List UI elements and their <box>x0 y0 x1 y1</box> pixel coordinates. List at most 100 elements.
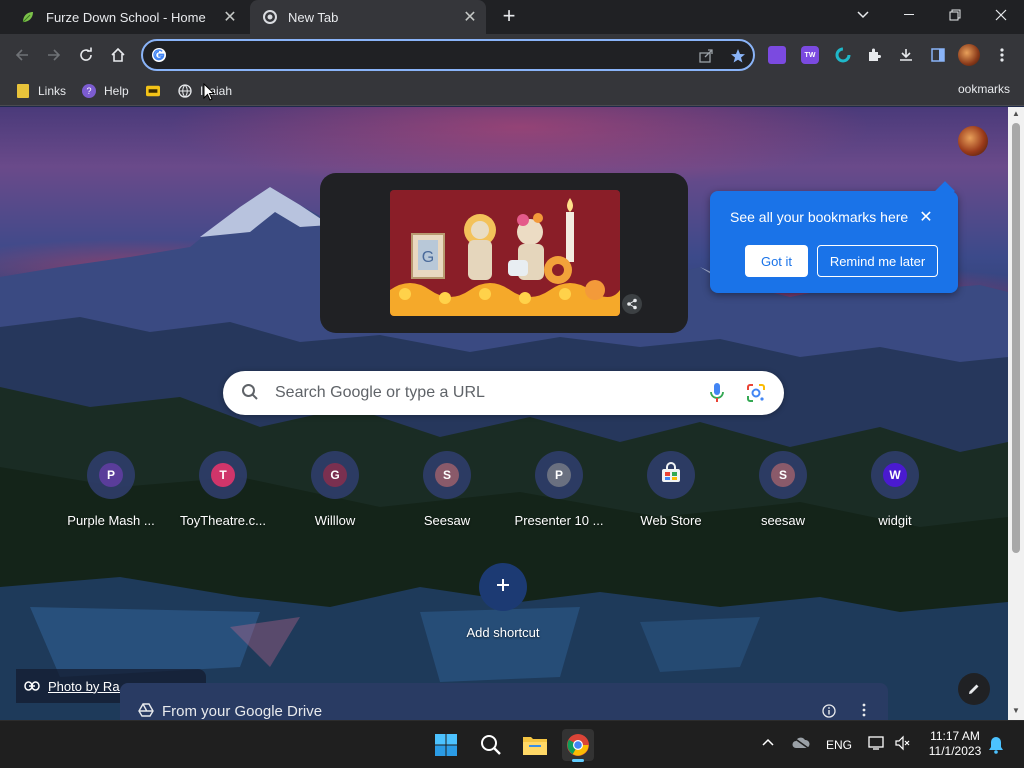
extensions-puzzle-icon[interactable] <box>862 43 886 67</box>
address-input[interactable] <box>173 45 673 65</box>
google-drive-icon <box>138 703 154 720</box>
svg-text:?: ? <box>86 86 91 96</box>
tab-new-tab[interactable]: New Tab ✕ <box>250 0 486 34</box>
shortcut-tile[interactable]: Web Store <box>615 447 727 537</box>
search-placeholder: Search Google or type a URL <box>275 384 485 401</box>
shortcut-tile[interactable]: S seesaw <box>727 447 839 537</box>
bookmarks-promo-bubble: See all your bookmarks here ✕ Got it Rem… <box>710 191 958 293</box>
close-window-button[interactable] <box>978 0 1024 30</box>
back-arrow-icon[interactable] <box>10 43 34 67</box>
drive-more-icon[interactable] <box>856 703 872 719</box>
customize-pencil-icon[interactable] <box>958 673 990 705</box>
help-favicon-icon: ? <box>82 84 96 98</box>
plus-icon <box>495 577 511 598</box>
forward-arrow-icon[interactable] <box>42 43 66 67</box>
close-tab-icon[interactable]: ✕ <box>220 7 240 27</box>
tab-title: New Tab <box>288 9 339 25</box>
account-avatar[interactable] <box>958 126 988 156</box>
extension-purple-icon[interactable] <box>768 46 786 64</box>
remind-later-button[interactable]: Remind me later <box>817 245 938 277</box>
extension-cycle-icon[interactable] <box>834 46 852 64</box>
onedrive-cloud-icon[interactable] <box>792 737 810 752</box>
bookmark-yellow[interactable] <box>146 82 168 100</box>
shortcut-letter: P <box>547 463 571 487</box>
add-shortcut-label: Add shortcut <box>466 625 540 640</box>
windows-taskbar: ENG 11:17 AM 11/1/2023 <box>0 720 1024 768</box>
tab-search-chevron-icon[interactable] <box>840 0 886 30</box>
bookmarks-bar: Links ? Help Isaiah ookmarks <box>0 76 1024 106</box>
shortcut-tile[interactable]: W widgit <box>839 447 951 537</box>
yellow-bookmark-icon <box>146 84 160 98</box>
side-panel-icon[interactable] <box>926 43 950 67</box>
volume-muted-icon[interactable] <box>894 735 910 754</box>
new-tab-button[interactable]: + <box>498 5 520 28</box>
close-tab-icon[interactable]: ✕ <box>460 7 480 27</box>
shortcut-letter: P <box>99 463 123 487</box>
clock-date: 11/1/2023 <box>928 744 982 758</box>
shortcut-label: ToyTheatre.c... <box>180 513 266 528</box>
google-doodle-image[interactable]: G <box>390 190 620 316</box>
shortcut-icon-circle: W <box>871 451 919 499</box>
all-bookmarks-label[interactable]: ookmarks <box>958 82 1010 96</box>
shortcut-icon-circle: P <box>535 451 583 499</box>
home-icon[interactable] <box>106 43 130 67</box>
shortcut-letter: T <box>211 463 235 487</box>
shortcut-label: Presenter 10 ... <box>514 513 604 528</box>
toolbar: TW <box>0 34 1024 76</box>
clock-time: 11:17 AM <box>930 729 980 743</box>
got-it-button[interactable]: Got it <box>745 245 808 277</box>
network-display-icon[interactable] <box>868 735 886 754</box>
bookmark-help[interactable]: ? Help <box>82 82 129 100</box>
web-store-icon <box>660 461 682 489</box>
system-clock[interactable]: 11:17 AM 11/1/2023 <box>920 729 990 759</box>
close-icon[interactable]: ✕ <box>916 207 936 227</box>
scrollbar-thumb[interactable] <box>1012 123 1020 553</box>
shortcut-icon-circle: G <box>311 451 359 499</box>
chrome-favicon-icon <box>262 9 278 25</box>
search-icon <box>241 383 259 406</box>
language-indicator[interactable]: ENG <box>826 738 852 752</box>
page-scrollbar[interactable]: ▲ ▼ <box>1008 107 1024 720</box>
shortcut-icon-circle: P <box>87 451 135 499</box>
minimize-button[interactable] <box>886 0 932 30</box>
shortcut-letter: S <box>435 463 459 487</box>
profile-avatar[interactable] <box>958 44 980 66</box>
mouse-cursor-icon <box>203 83 215 101</box>
promo-message: See all your bookmarks here <box>730 209 909 225</box>
bookmark-star-icon[interactable] <box>729 47 747 65</box>
share-icon[interactable] <box>697 47 715 65</box>
download-icon[interactable] <box>894 43 918 67</box>
address-bar[interactable] <box>141 39 755 71</box>
extension-tw-icon[interactable]: TW <box>801 46 819 64</box>
more-menu-icon[interactable] <box>990 43 1014 67</box>
doodle-share-icon[interactable] <box>622 294 642 314</box>
google-doodle-frame[interactable]: G <box>320 173 688 333</box>
tab-title: Furze Down School - Home <box>46 9 206 25</box>
file-explorer-icon[interactable] <box>519 729 551 761</box>
shortcut-tile[interactable]: P Purple Mash ... <box>55 447 167 537</box>
shortcut-tile[interactable]: S Seesaw <box>391 447 503 537</box>
info-icon[interactable] <box>822 704 838 720</box>
shortcut-tile[interactable]: P Presenter 10 ... <box>503 447 615 537</box>
add-shortcut-button[interactable]: Add shortcut <box>447 559 559 649</box>
shortcut-label: Web Store <box>640 513 702 528</box>
link-icon <box>24 679 40 694</box>
voice-search-mic-icon[interactable] <box>709 382 725 409</box>
reload-icon[interactable] <box>74 43 98 67</box>
restore-button[interactable] <box>932 0 978 30</box>
notification-bell-icon[interactable] <box>988 736 1004 757</box>
shortcut-tile[interactable]: T ToyTheatre.c... <box>167 447 279 537</box>
bookmark-links[interactable]: Links <box>16 82 66 100</box>
show-hidden-icons-chevron-icon[interactable] <box>762 735 774 749</box>
svg-text:G: G <box>422 249 434 266</box>
scroll-down-arrow-icon[interactable]: ▼ <box>1012 707 1020 715</box>
search-taskbar-icon[interactable] <box>475 729 507 761</box>
scroll-up-arrow-icon[interactable]: ▲ <box>1012 110 1020 118</box>
google-search-box[interactable]: Search Google or type a URL <box>223 371 784 415</box>
google-lens-icon[interactable] <box>745 382 767 409</box>
chrome-taskbar-icon[interactable] <box>562 729 594 762</box>
tab-furze-down[interactable]: Furze Down School - Home ✕ <box>8 0 246 34</box>
windows-start-icon[interactable] <box>430 729 462 761</box>
shortcut-tile[interactable]: G Willlow <box>279 447 391 537</box>
folder-icon <box>16 84 30 98</box>
